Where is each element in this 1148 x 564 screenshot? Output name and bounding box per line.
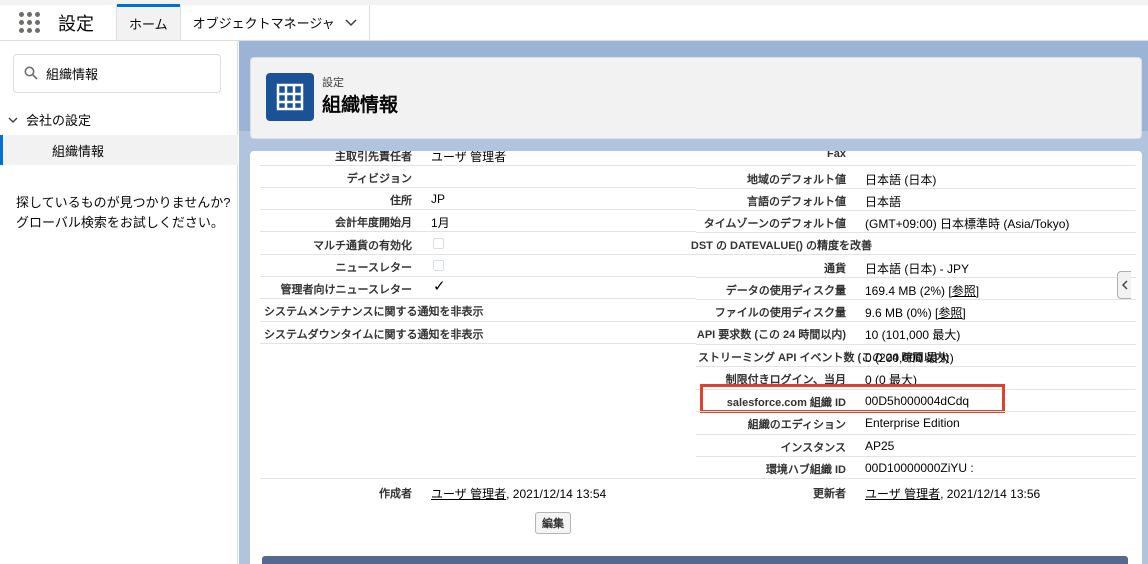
label-api-requests: API 要求数 (この 24 時間以内) [696,329,846,341]
page-eyebrow: 設定 [322,77,344,89]
not-found-line2: グローバル検索をお試しください。 [16,215,224,230]
label-dst-datevalue: DST の DATEVALUE() の精度を改善 [690,240,872,252]
label-file-storage: ファイルの使用ディスク量 [714,307,846,319]
created-by-user-link[interactable]: ユーザ 管理者 [431,487,506,501]
value-default-language: 日本語 [865,195,902,209]
tab-home[interactable]: ホーム [117,4,180,40]
label-default-timezone: タイムゾーンのデフォルト値 [703,218,846,230]
label-division: ディビジョン [346,173,412,185]
value-instance: AP25 [865,439,895,453]
tab-object-manager[interactable]: オブジェクトマネージャ [181,5,369,40]
label-default-locale: 地域のデフォルト値 [747,174,846,186]
tab-home-label: ホーム [129,17,168,32]
label-instance: インスタンス [780,442,846,454]
detail-panel: 主取引先責任者 ユーザ 管理者 ディビジョン 住所 JP 会計年度開始月 1月 … [250,151,1142,564]
label-admin-newsletter: 管理者向けニュースレター [280,284,412,296]
sidebar: 会社の設定 組織情報 探しているものが見つかりませんか? グローバル検索をお試し… [0,41,238,564]
value-file-storage-amount: 9.6 MB (0%) [865,306,932,320]
label-address: 住所 [390,195,412,207]
tree-item-company-information-label: 組織情報 [52,143,105,159]
value-created-by: ユーザ 管理者, 2021/12/14 13:54 [431,485,606,502]
value-org-edition: Enterprise Edition [865,416,960,430]
value-primary-contact: ユーザ 管理者 [431,151,507,164]
value-fiscal-year-start: 1月 [431,216,450,230]
chevron-down-icon[interactable] [345,16,357,30]
created-date: , 2021/12/14 13:54 [506,487,607,501]
chevron-left-icon [1121,280,1127,290]
label-modified-by: 更新者 [813,488,846,500]
top-nav: 設定 ホーム オブジェクトマネージャ [0,0,1148,41]
file-storage-view-link[interactable]: [参照] [935,306,966,320]
bottom-section-bar [262,556,1128,564]
page-title: 組織情報 [322,95,399,116]
value-default-locale: 日本語 (日本) [865,173,937,187]
label-default-language: 言語のデフォルト値 [747,196,846,208]
label-created-by: 作成者 [379,488,412,500]
modified-by-user-link[interactable]: ユーザ 管理者 [865,487,940,501]
modified-date: , 2021/12/14 13:56 [940,487,1041,501]
search-icon [24,66,40,82]
tree-item-company-settings[interactable]: 会社の設定 [8,110,91,129]
page-header: 設定 組織情報 [250,57,1142,139]
multi-currency-checkbox [433,238,444,249]
label-newsletter: ニュースレター [335,262,412,274]
admin-newsletter-check-icon: ✓ [433,278,446,295]
org-id-highlight [700,384,1005,413]
value-data-storage: 169.4 MB (2%) [参照] [865,282,979,299]
quick-find-box[interactable] [13,54,221,93]
tab-object-manager-label: オブジェクトマネージャ [192,16,335,31]
label-hide-downtime-notice: システムダウンタイムに関する通知を非表示 [264,329,484,341]
value-default-timezone: (GMT+09:00) 日本標準時 (Asia/Tokyo) [865,217,1070,231]
value-streaming-api-events: 0 (200,000 最大) [865,351,954,365]
newsletter-checkbox [433,260,444,271]
label-data-storage: データの使用ディスク量 [725,285,846,297]
app-launcher-button[interactable] [0,5,58,40]
chevron-down-icon[interactable] [8,113,18,127]
label-fiscal-year-start: 会計年度開始月 [335,217,412,229]
building-icon [266,73,314,121]
app-name: 設定 [58,13,94,34]
value-file-storage: 9.6 MB (0%) [参照] [865,304,966,321]
label-fax: Fax [827,151,846,160]
value-address: JP [431,192,446,206]
app-launcher-icon [18,12,40,33]
value-data-storage-amount: 169.4 MB (2%) [865,284,946,298]
label-env-hub-org-id: 環境ハブ組織 ID [765,464,846,476]
label-multi-currency: マルチ通貨の有効化 [313,240,412,252]
value-env-hub-org-id: 00D10000000ZiYU : [865,461,974,475]
quick-find-input[interactable] [46,66,206,81]
label-currency: 通貨 [824,263,846,275]
edit-button[interactable]: 編集 [535,512,571,534]
value-api-requests: 10 (101,000 最大) [865,328,961,342]
tree-item-company-information[interactable]: 組織情報 [0,135,238,165]
not-found-line1: 探しているものが見つかりませんか? [16,195,231,210]
tree-item-company-settings-label: 会社の設定 [26,113,92,128]
label-hide-maintenance-notice: システムメンテナンスに関する通知を非表示 [264,306,484,318]
value-currency: 日本語 (日本) - JPY [865,262,969,276]
label-primary-contact: 主取引先責任者 [335,151,412,163]
side-panel-toggle[interactable] [1117,271,1131,299]
value-modified-by: ユーザ 管理者, 2021/12/14 13:56 [865,485,1040,502]
not-found-hint: 探しているものが見つかりませんか? グローバル検索をお試しください。 [16,193,231,233]
label-org-edition: 組織のエディション [747,419,846,431]
data-storage-view-link[interactable]: [参照] [948,284,979,298]
